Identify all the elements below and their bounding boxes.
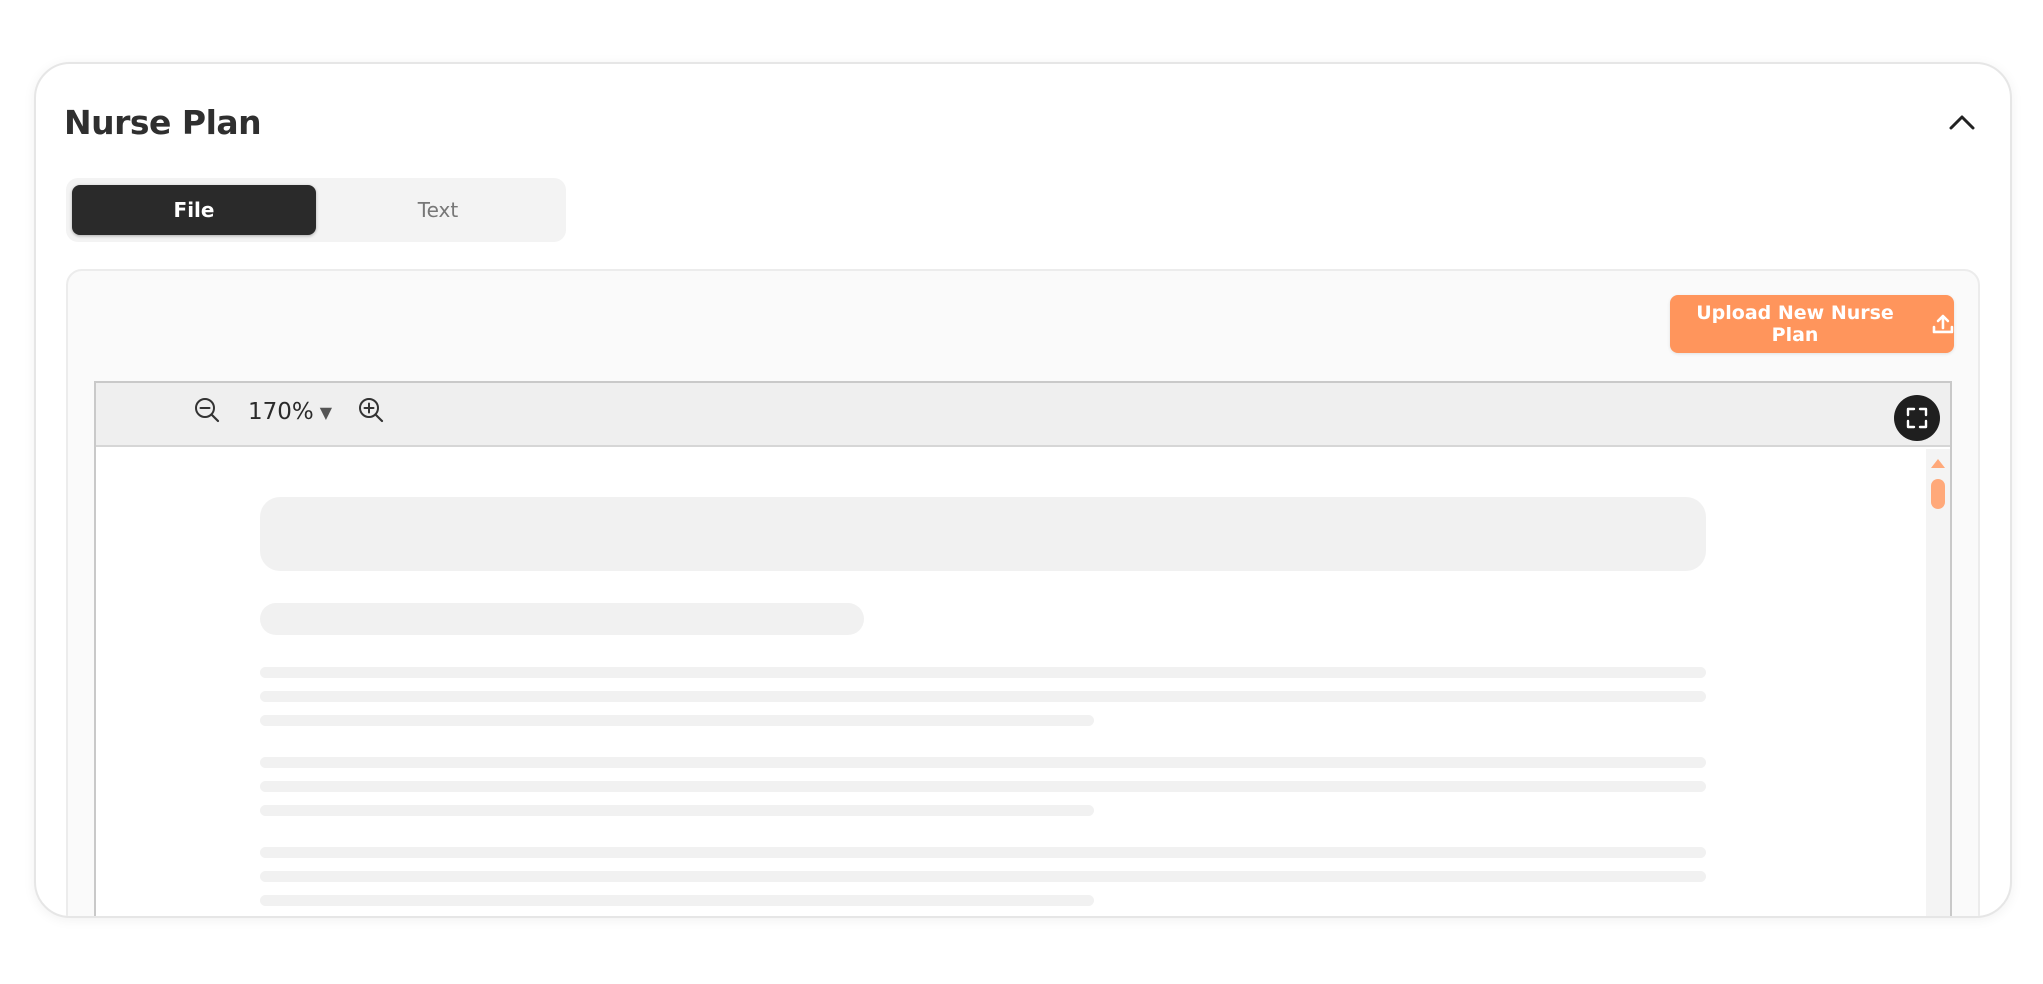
card-header: Nurse Plan (64, 94, 1982, 150)
nurse-plan-card: Nurse Plan File Text Upload New Nurse Pl… (34, 62, 2012, 918)
zoom-out-icon (195, 398, 220, 423)
fullscreen-button[interactable] (1894, 395, 1940, 441)
upload-button-label: Upload New Nurse Plan (1696, 302, 1894, 346)
zoom-level-value: 170% (248, 399, 314, 425)
skeleton-line (260, 871, 1706, 882)
scroll-up-arrow-icon[interactable] (1931, 459, 1945, 468)
caret-down-icon: ▼ (319, 402, 333, 422)
skeleton-line (260, 895, 1094, 906)
pdf-scrollbar[interactable] (1926, 449, 1950, 916)
view-mode-tabs: File Text (66, 178, 566, 242)
zoom-level-select[interactable]: 170% ▼ (248, 399, 332, 425)
tab-text[interactable]: Text (316, 185, 560, 235)
pdf-viewer: 170% ▼ (94, 381, 1952, 916)
skeleton-line (260, 781, 1706, 792)
zoom-in-button[interactable] (354, 393, 388, 427)
tab-file[interactable]: File (72, 185, 316, 235)
chevron-up-icon (1949, 115, 1975, 130)
file-viewer-panel: Upload New Nurse Plan 170% ▼ (66, 269, 1980, 916)
skeleton-title (260, 497, 1706, 571)
upload-nurse-plan-button[interactable]: Upload New Nurse Plan (1670, 295, 1954, 353)
scroll-thumb[interactable] (1931, 479, 1945, 509)
fullscreen-icon (1906, 407, 1928, 429)
zoom-in-icon (359, 398, 384, 423)
skeleton-subtitle (260, 603, 864, 635)
collapse-button[interactable] (1942, 102, 1982, 142)
pdf-toolbar: 170% ▼ (96, 383, 1950, 447)
skeleton-line (260, 691, 1706, 702)
skeleton-line (260, 847, 1706, 858)
skeleton-line (260, 715, 1094, 726)
skeleton-line (260, 667, 1706, 678)
card-title: Nurse Plan (64, 102, 262, 142)
upload-icon (1932, 314, 1954, 334)
skeleton-line (260, 805, 1094, 816)
pdf-page-loading (96, 449, 1926, 916)
zoom-out-button[interactable] (190, 393, 224, 427)
skeleton-line (260, 757, 1706, 768)
